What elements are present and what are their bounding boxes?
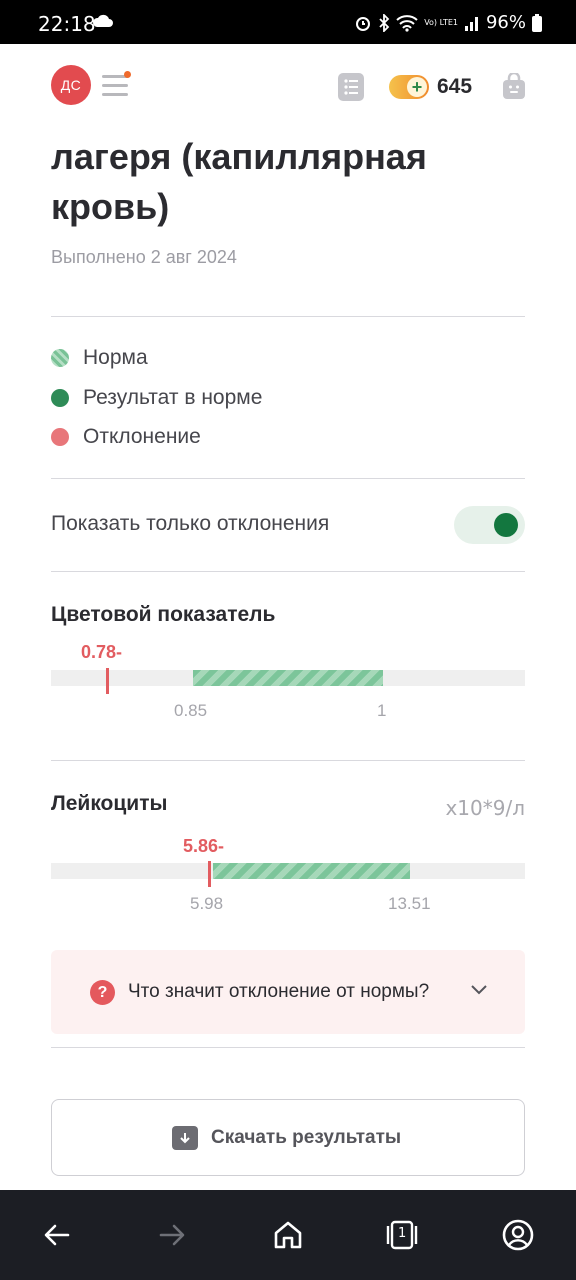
norm-max-label: 13.51 bbox=[388, 894, 431, 913]
shopping-bag-icon[interactable] bbox=[502, 73, 526, 99]
download-folder-icon bbox=[172, 1126, 198, 1150]
range-track bbox=[51, 863, 525, 879]
plus-icon: + bbox=[407, 77, 427, 97]
legend-item-in-norm: Результат в норме bbox=[51, 386, 262, 410]
divider bbox=[51, 760, 525, 761]
deviations-only-label: Показать только отклонения bbox=[51, 512, 330, 535]
deviations-only-toggle[interactable] bbox=[454, 506, 525, 544]
network-type: Vo) LTE1 bbox=[424, 17, 458, 27]
notification-dot bbox=[124, 71, 131, 78]
divider bbox=[51, 478, 525, 479]
toggle-knob bbox=[494, 513, 518, 537]
coins-badge[interactable]: + bbox=[389, 75, 429, 99]
status-bar: 22:18 Vo) LTE1 96% bbox=[0, 0, 576, 44]
divider bbox=[51, 571, 525, 572]
norm-max-label: 1 bbox=[377, 701, 387, 720]
forward-icon[interactable] bbox=[155, 1218, 189, 1252]
profile-icon[interactable] bbox=[501, 1218, 535, 1252]
indicator-unit: x10*9/л bbox=[445, 796, 525, 820]
battery-percent: 96% bbox=[485, 12, 526, 33]
download-results-button[interactable]: Скачать результаты bbox=[51, 1099, 525, 1176]
list-icon[interactable] bbox=[338, 73, 364, 101]
alarm-icon bbox=[356, 16, 371, 31]
avatar[interactable]: ДС bbox=[51, 65, 91, 105]
divider bbox=[51, 316, 525, 317]
page-title: лагеря (капиллярная кровь) bbox=[51, 136, 427, 227]
norm-range bbox=[213, 863, 410, 879]
norm-min-label: 5.98 bbox=[190, 894, 224, 913]
range-track bbox=[51, 670, 525, 686]
value-marker bbox=[106, 668, 109, 694]
in-norm-swatch-icon bbox=[51, 389, 69, 407]
completion-date: Выполнено 2 авг 2024 bbox=[51, 247, 237, 267]
back-icon[interactable] bbox=[40, 1218, 74, 1252]
question-icon: ? bbox=[90, 980, 115, 1005]
app-header: ДС + 645 bbox=[0, 44, 576, 132]
deviation-info-expander[interactable]: ? Что значит отклонение от нормы? bbox=[51, 950, 525, 1034]
system-icons: Vo) LTE1 96% bbox=[354, 12, 542, 33]
home-icon[interactable] bbox=[271, 1218, 305, 1252]
indicator-value: 0.78- bbox=[81, 642, 123, 662]
deviation-swatch-icon bbox=[51, 428, 69, 446]
divider bbox=[51, 1047, 525, 1048]
coin-count: 645 bbox=[437, 75, 473, 98]
download-results-label: Скачать результаты bbox=[211, 1127, 402, 1148]
status-time: 22:18 bbox=[38, 12, 96, 36]
legend-item-deviation: Отклонение bbox=[51, 425, 201, 449]
bluetooth-icon bbox=[379, 13, 390, 32]
norm-range bbox=[193, 670, 383, 686]
norm-min-label: 0.85 bbox=[174, 701, 208, 720]
cloud-icon bbox=[92, 14, 113, 27]
norm-swatch-icon bbox=[51, 349, 69, 367]
browser-bottom-nav: 1 bbox=[0, 1190, 576, 1280]
indicator-title: Лейкоциты bbox=[51, 792, 168, 815]
indicator-value: 5.86- bbox=[183, 836, 225, 856]
menu-icon[interactable] bbox=[102, 71, 131, 97]
chevron-down-icon bbox=[471, 985, 487, 995]
indicator-title: Цветовой показатель bbox=[51, 603, 276, 626]
signal-icon bbox=[464, 16, 478, 31]
tabs-count: 1 bbox=[398, 1226, 407, 1241]
value-marker bbox=[208, 861, 211, 887]
tabs-icon[interactable]: 1 bbox=[385, 1218, 419, 1252]
wifi-icon bbox=[396, 14, 418, 32]
deviation-info-text: Что значит отклонение от нормы? bbox=[128, 981, 430, 1002]
legend: Норма Результат в норме Отклонение bbox=[51, 346, 351, 456]
battery-icon bbox=[532, 13, 542, 32]
legend-item-norm: Норма bbox=[51, 346, 148, 370]
